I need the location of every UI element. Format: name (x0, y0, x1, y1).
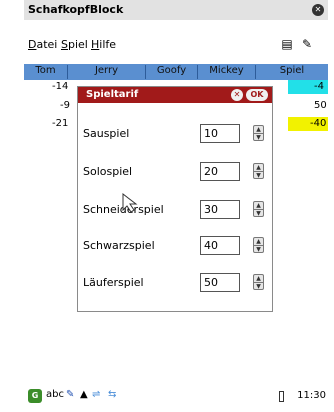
column-header-spiel[interactable]: Spiel (256, 65, 328, 79)
stepper-up-icon[interactable]: ▲ (254, 164, 263, 171)
stepper-up-icon[interactable]: ▲ (254, 275, 263, 282)
network-icon[interactable]: ⇌ (92, 389, 100, 400)
dialog-titlebar: Spieltarif ✕ OK (78, 87, 272, 103)
sync-icon[interactable]: ⇆ (108, 389, 116, 400)
input-laeuferspiel[interactable]: 50 (200, 273, 240, 292)
spiel-score-row-2: 50 (314, 100, 327, 111)
stepper-down-icon[interactable]: ▼ (254, 245, 263, 253)
pencil-icon[interactable]: ✎ (299, 37, 315, 53)
input-sauspiel[interactable]: 10 (200, 124, 240, 143)
battery-icon[interactable] (279, 391, 284, 402)
taskbar: G abc ✎ ▲ ⇌ ⇆ 11:30 (24, 386, 328, 408)
column-header-mickey[interactable]: Mickey (198, 65, 256, 79)
start-menu-icon[interactable]: G (28, 389, 42, 403)
app-titlebar: SchafkopfBlock ✕ (24, 0, 328, 20)
stepper-up-icon[interactable]: ▲ (254, 238, 263, 245)
dialog-title: Spieltarif (86, 89, 139, 100)
dialog-close-icon[interactable]: ✕ (231, 89, 243, 101)
menu-hilfe[interactable]: Hilfe (91, 38, 116, 51)
label-laeuferspiel: Läuferspiel (83, 276, 144, 289)
clock[interactable]: 11:30 (297, 390, 326, 401)
input-schneiderspiel[interactable]: 30 (200, 200, 240, 219)
pen-input-icon[interactable]: ✎ (66, 389, 74, 400)
mouse-pointer-icon (122, 192, 138, 213)
stepper-down-icon[interactable]: ▼ (254, 171, 263, 179)
stepper-schneiderspiel[interactable]: ▲ ▼ (253, 201, 264, 217)
input-solospiel[interactable]: 20 (200, 162, 240, 181)
window-close-icon[interactable]: ✕ (312, 4, 324, 16)
stepper-up-icon[interactable]: ▲ (254, 126, 263, 133)
arrow-up-icon[interactable]: ▲ (80, 389, 88, 400)
tom-score-row-1: -14 (52, 81, 69, 92)
column-header-goofy[interactable]: Goofy (146, 65, 198, 79)
spiel-score-row-1: -4 (314, 81, 324, 92)
stepper-schwarzspiel[interactable]: ▲ ▼ (253, 237, 264, 253)
stepper-down-icon[interactable]: ▼ (254, 209, 263, 217)
input-mode-label[interactable]: abc (46, 389, 64, 400)
score-grid-header: Tom Jerry Goofy Mickey Spiel (24, 64, 328, 80)
label-solospiel: Solospiel (83, 165, 133, 178)
spiel-score-row-3: -40 (310, 118, 327, 129)
stepper-down-icon[interactable]: ▼ (254, 133, 263, 141)
column-header-tom[interactable]: Tom (24, 65, 68, 79)
column-header-jerry[interactable]: Jerry (68, 65, 146, 79)
label-sauspiel: Sauspiel (83, 127, 130, 140)
document-icon[interactable]: ▤ (279, 37, 295, 53)
menu-bar: Datei Spiel Hilfe ▤ ✎ (24, 34, 328, 56)
input-schwarzspiel[interactable]: 40 (200, 236, 240, 255)
spieltarif-dialog: Spieltarif ✕ OK Sauspiel 10 ▲ ▼ Solospiel… (77, 86, 273, 312)
tom-score-row-3: -21 (52, 118, 69, 129)
stepper-laeuferspiel[interactable]: ▲ ▼ (253, 274, 264, 290)
tom-score-row-2: -9 (60, 100, 70, 111)
label-schwarzspiel: Schwarzspiel (83, 239, 155, 252)
stepper-sauspiel[interactable]: ▲ ▼ (253, 125, 264, 141)
app-title: SchafkopfBlock (28, 3, 124, 16)
stepper-solospiel[interactable]: ▲ ▼ (253, 163, 264, 179)
dialog-ok-button[interactable]: OK (246, 89, 268, 101)
stepper-up-icon[interactable]: ▲ (254, 202, 263, 209)
menu-spiel[interactable]: Spiel (61, 38, 88, 51)
stepper-down-icon[interactable]: ▼ (254, 282, 263, 290)
menu-datei[interactable]: Datei (28, 38, 57, 51)
